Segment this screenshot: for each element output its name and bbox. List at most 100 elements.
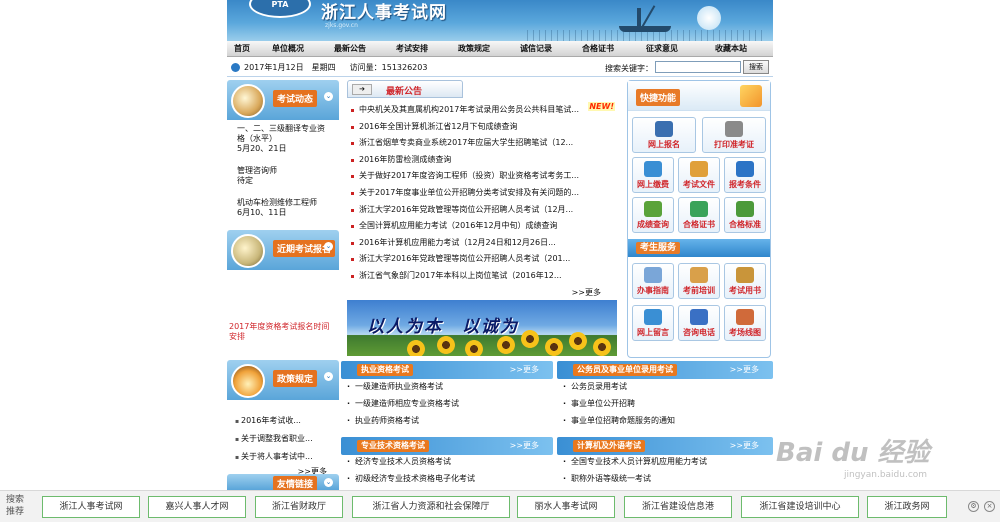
nav-integrity[interactable]: 诚信记录 <box>505 43 567 54</box>
sunflower-decoration <box>593 338 611 356</box>
nav-bookmark[interactable]: 收藏本站 <box>695 43 767 54</box>
search-input[interactable] <box>655 61 741 73</box>
recommend-link[interactable]: 浙江省建设培训中心 <box>741 496 859 518</box>
announcement-item[interactable]: 浙江大学2016年党政管理等岗位公开招聘人员考试（201... <box>347 251 617 268</box>
recent-signup-header: 近期考试报名 ⌄ <box>227 230 339 270</box>
online-payment-button[interactable]: 网上缴费 <box>632 157 674 193</box>
announcement-item[interactable]: 浙江大学2016年党政管理等岗位公开招聘人员考试（12月... <box>347 202 617 219</box>
training-button[interactable]: 考前培训 <box>678 263 720 299</box>
sunflower-decoration <box>437 336 455 354</box>
search-label: 搜索关键字： <box>605 64 653 73</box>
hotline-label: 咨询电话 <box>683 328 715 337</box>
clock-icon <box>231 63 240 72</box>
exam-news-item[interactable]: 机动车检测维修工程师 6月10、11日 <box>237 198 329 218</box>
policy-item[interactable]: 关于将人事考试中... <box>235 448 335 466</box>
nav-policy[interactable]: 政策规定 <box>443 43 505 54</box>
tech-item[interactable]: 初级经济专业技术资格电子化考试 <box>341 470 551 487</box>
visits-count: 151326203 <box>381 63 428 72</box>
announcement-item[interactable]: 2016年防雷检测成绩查询 <box>347 152 617 169</box>
exam-news-title: 考试动态 <box>273 90 318 107</box>
recommend-link[interactable]: 浙江省财政厅 <box>255 496 343 518</box>
print-admission-button[interactable]: 打印准考证 <box>702 117 766 153</box>
recommend-link[interactable]: 浙江人事考试网 <box>42 496 140 518</box>
exam-news-item[interactable]: 管理咨询师 待定 <box>237 166 329 186</box>
announcement-item[interactable]: 2016年计算机应用能力考试（12月24日和12月26日... <box>347 235 617 252</box>
practice-item[interactable]: 执业药师资格考试 <box>341 412 551 429</box>
policy-item[interactable]: 关于调整我省职业... <box>235 430 335 448</box>
nav-announcements[interactable]: 最新公告 <box>319 43 381 54</box>
announcement-item[interactable]: 浙江省气象部门2017年本科以上岗位笔试（2016年12... <box>347 268 617 285</box>
civil-item[interactable]: 公务员录用考试 <box>557 378 767 395</box>
tech-item[interactable]: 经济专业技术人员资格考试 <box>341 453 551 470</box>
watermark-brand: Bai du 经验 <box>776 438 930 468</box>
computer-section-title: 计算机及外语考试 <box>573 440 645 452</box>
nav-certificates[interactable]: 合格证书 <box>567 43 629 54</box>
books-icon <box>736 267 754 283</box>
practice-item[interactable]: 一级建造师执业资格考试 <box>341 378 551 395</box>
nav-feedback[interactable]: 征求意见 <box>629 43 695 54</box>
announcement-item[interactable]: 浙江省烟草专卖商业系统2017年应届大学生招聘笔试（12... <box>347 135 617 152</box>
online-signup-button[interactable]: 网上报名 <box>632 117 696 153</box>
practice-section-title: 执业资格考试 <box>357 364 413 376</box>
chart-icon <box>644 201 662 217</box>
exam-news-item[interactable]: 一、二、三级翻译专业资格（水平） 5月20、21日 <box>237 124 329 154</box>
recommend-link[interactable]: 浙江政务网 <box>867 496 947 518</box>
civil-item[interactable]: 事业单位招聘命题服务的通知 <box>557 412 767 429</box>
civil-more-link[interactable]: >>更多 <box>730 364 759 375</box>
person-icon <box>736 161 754 177</box>
recommend-link[interactable]: 嘉兴人事人才网 <box>148 496 246 518</box>
score-query-label: 成绩查询 <box>637 220 669 229</box>
eligibility-button[interactable]: 报考条件 <box>724 157 766 193</box>
site-title: 浙江人事考试网 <box>321 3 447 23</box>
recent-signup-link[interactable]: 2017年度资格考试报名时间安排 <box>229 322 337 342</box>
exam-books-button[interactable]: 考试用书 <box>724 263 766 299</box>
nav-home[interactable]: 首页 <box>227 43 257 54</box>
venue-map-button[interactable]: 考场线图 <box>724 305 766 341</box>
announcements-tab[interactable]: ➔ 最新公告 <box>347 80 463 98</box>
computer-item[interactable]: 职称外语等级统一考试 <box>557 470 767 487</box>
online-message-button[interactable]: 网上留言 <box>632 305 674 341</box>
pass-standard-button[interactable]: 合格标准 <box>724 197 766 233</box>
chevron-down-icon[interactable]: ⌄ <box>324 92 333 101</box>
civil-item[interactable]: 事业单位公开招聘 <box>557 395 767 412</box>
recommend-link[interactable]: 丽水人事考试网 <box>517 496 615 518</box>
computer-more-link[interactable]: >>更多 <box>730 440 759 451</box>
chevron-down-icon[interactable]: ⌄ <box>324 242 333 251</box>
announcement-item[interactable]: 关于2017年度事业单位公开招聘分类考试安排及有关问题的... <box>347 185 617 202</box>
slogan-text: 以人为本 以诚为 <box>367 317 519 337</box>
certificate-button[interactable]: 合格证书 <box>678 197 720 233</box>
map-icon <box>736 309 754 325</box>
nav-about[interactable]: 单位概况 <box>257 43 319 54</box>
announcement-item[interactable]: 关于做好2017年度咨询工程师（投资）职业资格考试考务工... <box>347 168 617 185</box>
announcement-item[interactable]: 中央机关及其直属机构2017年考试录用公务员公共科目笔试... <box>347 102 617 119</box>
hotline-button[interactable]: 咨询电话 <box>678 305 720 341</box>
policy-item[interactable]: 2016年考试收... <box>235 412 335 430</box>
announcement-item[interactable]: 2016年全国计算机浙江省12月下旬成绩查询 <box>347 119 617 136</box>
gear-icon[interactable]: ⚙ <box>968 501 979 512</box>
close-icon[interactable]: × <box>984 501 995 512</box>
nav-exam-schedule[interactable]: 考试安排 <box>381 43 443 54</box>
main-nav: 首页 单位概况 最新公告 考试安排 政策规定 诚信记录 合格证书 征求意见 收藏… <box>227 41 773 57</box>
announcement-item[interactable]: 全国计算机应用能力考试（2016年12月中旬）成绩查询 <box>347 218 617 235</box>
policy-header: 政策规定 ⌄ <box>227 360 339 400</box>
training-label: 考前培训 <box>683 286 715 295</box>
friends-header: 友情链接 ⌄ <box>227 474 339 490</box>
tech-more-link[interactable]: >>更多 <box>510 440 539 451</box>
search-button[interactable]: 搜索 <box>743 60 769 74</box>
announcements-more-link[interactable]: >>更多 <box>572 287 601 298</box>
recommend-link[interactable]: 浙江省建设信息港 <box>624 496 732 518</box>
site-logo[interactable]: PTA <box>249 0 311 18</box>
chevron-down-icon[interactable]: ⌄ <box>324 372 333 381</box>
chevron-down-icon[interactable]: ⌄ <box>324 478 333 487</box>
practice-more-link[interactable]: >>更多 <box>510 364 539 375</box>
guide-button[interactable]: 办事指南 <box>632 263 674 299</box>
recommend-link[interactable]: 浙江省人力资源和社会保障厅 <box>352 496 510 518</box>
computer-item[interactable]: 全国专业技术人员计算机应用能力考试 <box>557 453 767 470</box>
exam-documents-button[interactable]: 考试文件 <box>678 157 720 193</box>
practice-item[interactable]: 一级建造师相应专业资格考试 <box>341 395 551 412</box>
score-query-button[interactable]: 成绩查询 <box>632 197 674 233</box>
online-message-label: 网上留言 <box>637 328 669 337</box>
sunflower-decoration <box>545 338 563 356</box>
tech-section-title: 专业技术资格考试 <box>357 440 429 452</box>
laptop-icon <box>655 121 673 137</box>
